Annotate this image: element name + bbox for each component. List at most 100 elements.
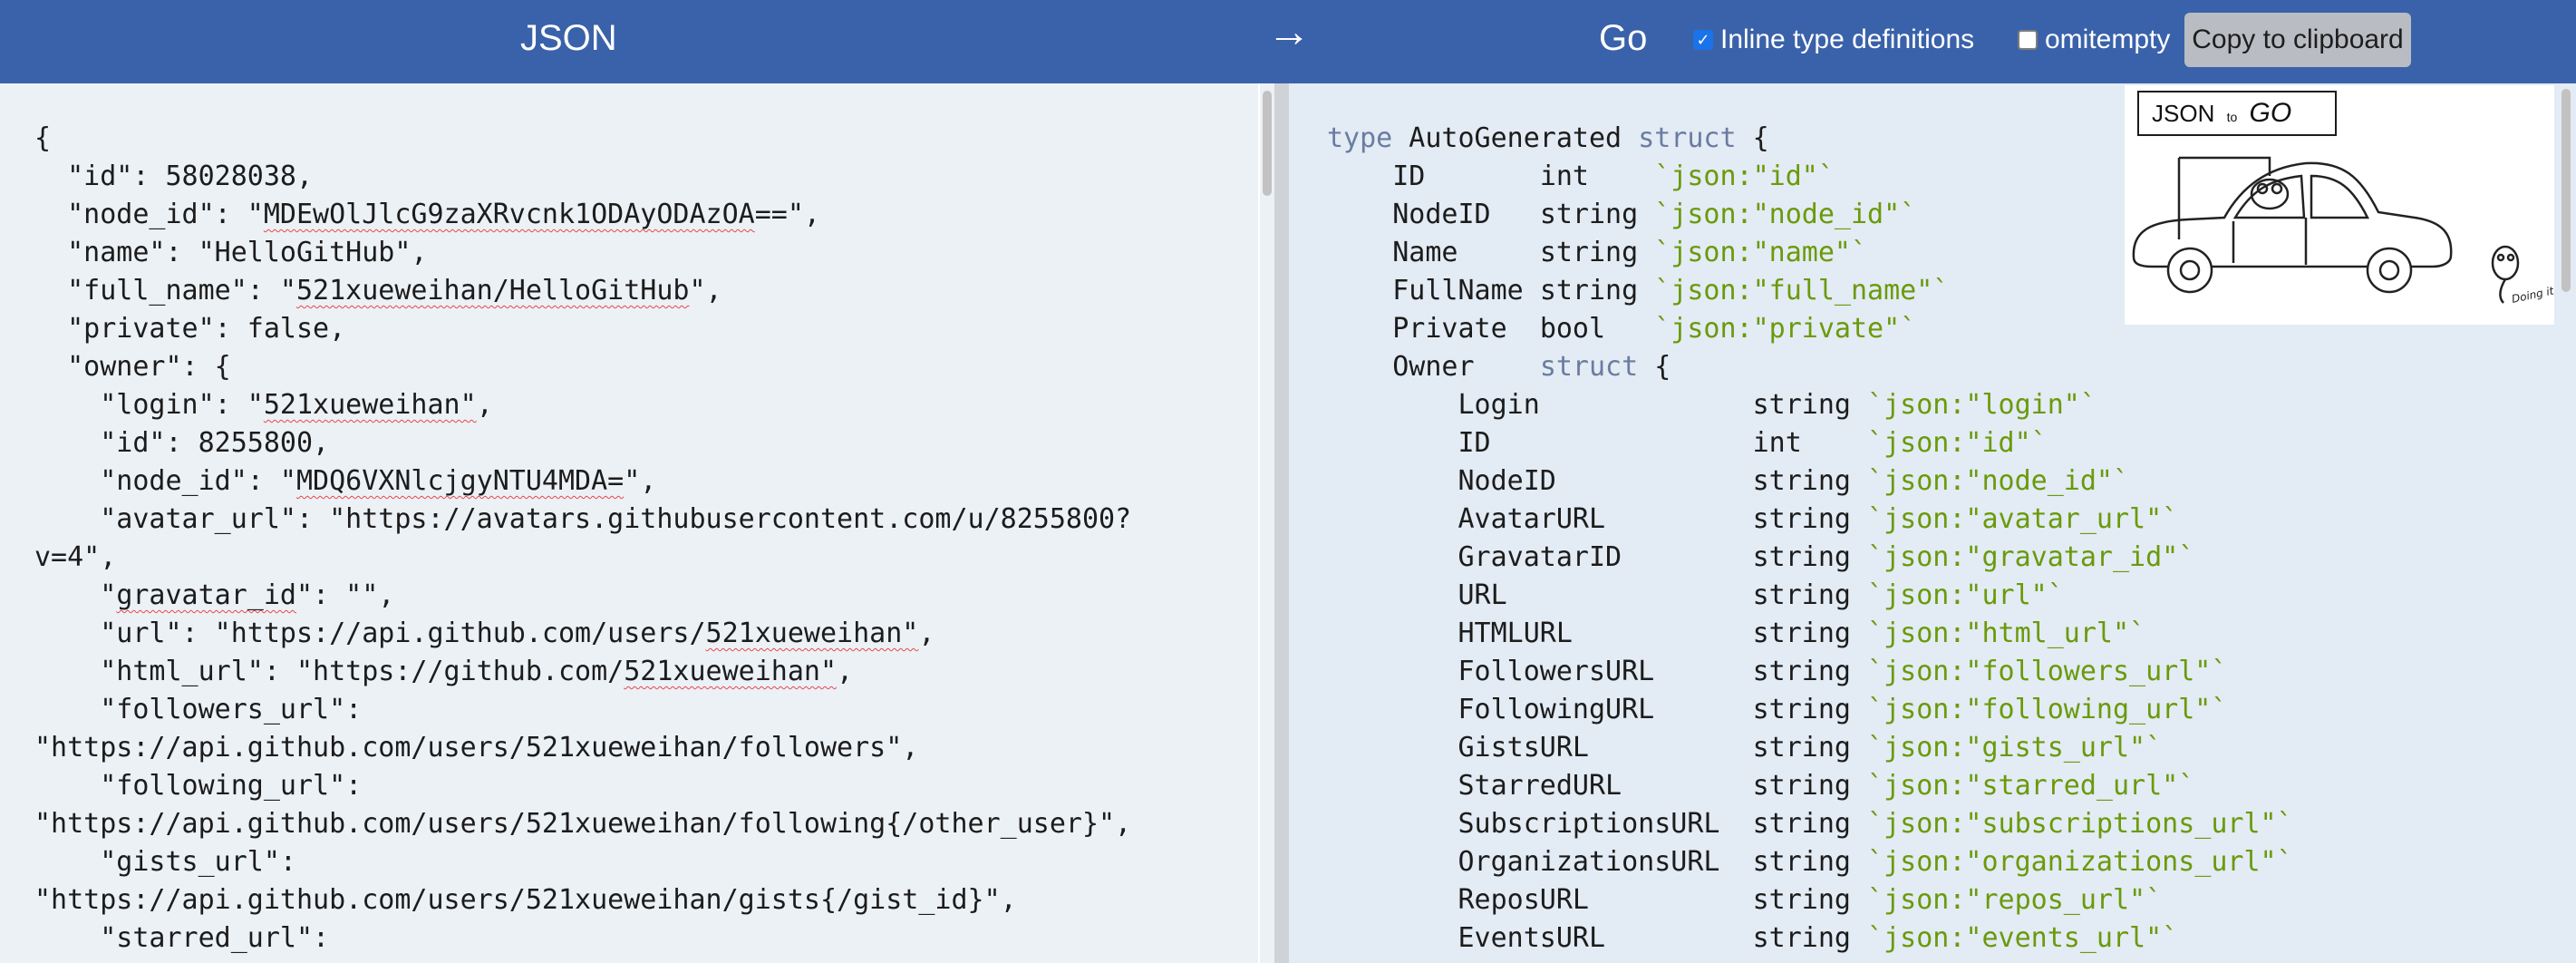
go-field-type: int (1539, 160, 1655, 192)
go-field-type: string (1539, 199, 1655, 230)
go-type-name: AutoGenerated (1392, 122, 1639, 154)
json-line: "owner": { (34, 351, 231, 383)
json-line: "id": 58028038, (34, 160, 314, 192)
go-field-type: int (1752, 427, 1868, 459)
json-line: v=4", (34, 541, 117, 573)
go-field-name: SubscriptionsURL (1457, 808, 1753, 840)
json-line: "following_url": (34, 770, 363, 802)
go-struct-tag: `json:"login"` (1867, 389, 2097, 421)
go-field-type: string (1752, 846, 1868, 878)
json-line: "gists_url": (34, 846, 296, 878)
json-line: "full_name": "521xueweihan/HelloGitHub", (34, 275, 722, 306)
go-brace: { (1736, 122, 1769, 154)
json-line: "login": "521xueweihan", (34, 389, 493, 421)
go-keyword: struct (1539, 351, 1639, 383)
go-indent (1327, 656, 1458, 687)
go-field-name: Login (1457, 389, 1753, 421)
json-line: "followers_url": (34, 694, 363, 725)
go-indent (1327, 541, 1458, 573)
go-field-type: string (1752, 922, 1868, 954)
go-field-type: string (1752, 884, 1868, 916)
go-struct-tag: `json:"full_name"` (1654, 275, 1950, 306)
inline-type-checkbox[interactable]: ✓ (1693, 30, 1713, 50)
go-line: FollowersURL string `json:"followers_url… (1327, 653, 2556, 691)
go-struct-tag: `json:"name"` (1654, 237, 1868, 268)
go-field-name: NodeID (1457, 465, 1753, 497)
json-line: "html_url": "https://github.com/521xuewe… (34, 656, 854, 687)
go-line: EventsURL string `json:"events_url"` (1327, 919, 2556, 958)
go-line: FollowingURL string `json:"following_url… (1327, 691, 2556, 729)
go-indent (1327, 465, 1458, 497)
omitempty-option[interactable]: omitempty (2018, 24, 2170, 56)
go-struct-tag: `json:"starred_url"` (1867, 770, 2195, 802)
go-field-name: ID (1457, 427, 1753, 459)
go-pane-title: Go (1599, 18, 1648, 58)
json-input-scrollbar[interactable] (1260, 83, 1274, 963)
go-field-name: FollowingURL (1457, 694, 1753, 725)
go-struct-tag: `json:"events_url"` (1867, 922, 2179, 954)
go-line: NodeID string `json:"node_id"` (1327, 462, 2556, 501)
go-field-type: string (1752, 541, 1868, 573)
json-to-go-logo: JSON to GO Doing it (2125, 85, 2554, 325)
json-line: "https://api.github.com/users/521xueweih… (34, 884, 1017, 916)
json-line: "https://api.github.com/users/521xueweih… (34, 808, 1132, 840)
go-field-name: OrganizationsURL (1457, 846, 1753, 878)
go-struct-tag: `json:"following_url"` (1867, 694, 2228, 725)
json-pane-title: JSON (520, 18, 617, 58)
inline-type-label: Inline type definitions (1720, 24, 1975, 54)
go-line: OrganizationsURL string `json:"organizat… (1327, 843, 2556, 881)
go-struct-tag: `json:"repos_url"` (1867, 884, 2163, 916)
go-keyword: struct (1638, 122, 1737, 154)
go-field-name: Private (1392, 313, 1540, 345)
go-field-name: Owner (1392, 351, 1540, 383)
json-line: "node_id": "MDEwOlJlcG9zaXRvcnk1ODAyODAz… (34, 199, 820, 230)
go-field-name: HTMLURL (1457, 618, 1753, 649)
json-line: "node_id": "MDQ6VXNlcjgyNTU4MDA=", (34, 465, 657, 497)
go-field-name: URL (1457, 579, 1753, 611)
go-struct-tag: `json:"followers_url"` (1867, 656, 2228, 687)
inline-type-option[interactable]: ✓ Inline type definitions (1693, 24, 1974, 56)
go-field-type: string (1752, 808, 1868, 840)
json-input-editor[interactable]: { "id": 58028038, "node_id": "MDEwOlJlcG… (0, 83, 1258, 963)
go-struct-tag: `json:"gravatar_id"` (1867, 541, 2195, 573)
go-field-type: bool (1539, 313, 1655, 345)
go-indent (1327, 389, 1458, 421)
pane-divider[interactable] (1274, 83, 1289, 963)
go-field-name: Name (1392, 237, 1540, 268)
copy-to-clipboard-button[interactable]: Copy to clipboard (2184, 13, 2411, 67)
go-indent (1327, 846, 1458, 878)
go-indent (1327, 732, 1458, 764)
go-output-scrollbar-thumb[interactable] (2561, 89, 2571, 292)
go-field-type: string (1752, 618, 1868, 649)
arrow-icon: → (1267, 8, 1311, 56)
go-indent (1327, 427, 1458, 459)
json-line: "private": false, (34, 313, 346, 345)
go-field-name: StarredURL (1457, 770, 1753, 802)
go-struct-tag: `json:"id"` (1654, 160, 1835, 192)
go-indent (1327, 618, 1458, 649)
go-indent (1327, 694, 1458, 725)
go-field-name: ReposURL (1457, 884, 1753, 916)
json-line: "starred_url": (34, 922, 330, 954)
go-field-type: string (1752, 694, 1868, 725)
json-line: { (34, 122, 52, 154)
go-field-type: string (1752, 656, 1868, 687)
json-line: "gravatar_id": "", (34, 579, 395, 611)
go-field-name: GistsURL (1457, 732, 1753, 764)
go-struct-tag: `json:"node_id"` (1654, 199, 1917, 230)
go-indent (1327, 884, 1458, 916)
json-line: "name": "HelloGitHub", (34, 237, 428, 268)
go-line: Login string `json:"login"` (1327, 386, 2556, 424)
json-input-scrollbar-thumb[interactable] (1263, 91, 1272, 196)
go-field-type: string (1752, 770, 1868, 802)
go-field-name: AvatarURL (1457, 503, 1753, 535)
go-field-type: string (1752, 465, 1868, 497)
go-indent (1327, 503, 1458, 535)
go-field-name: ID (1392, 160, 1540, 192)
omitempty-checkbox[interactable] (2018, 30, 2038, 50)
go-line: GravatarID string `json:"gravatar_id"` (1327, 539, 2556, 577)
go-indent (1327, 922, 1458, 954)
go-output-scrollbar[interactable] (2556, 83, 2576, 963)
json-line: "url": "https://api.github.com/users/521… (34, 618, 935, 649)
go-indent (1327, 313, 1392, 345)
